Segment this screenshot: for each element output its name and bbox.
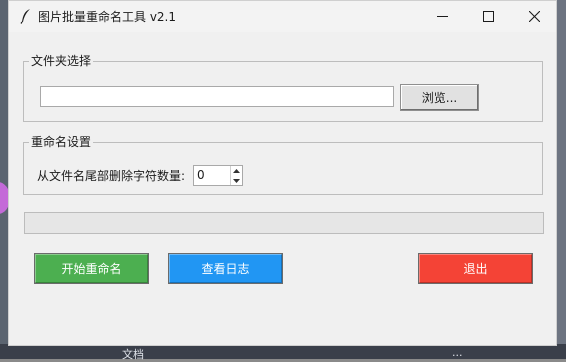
desktop-label-fragment: 文档 — [122, 348, 144, 361]
minimize-icon — [436, 16, 448, 17]
progress-bar — [24, 212, 544, 234]
rename-settings-group: 重命名设置 从文件名尾部删除字符数量: 0 — [23, 134, 543, 195]
window-title: 图片批量重命名工具 v2.1 — [38, 10, 177, 24]
rename-group-label: 重命名设置 — [29, 134, 94, 150]
feather-icon — [20, 9, 30, 24]
spin-down-icon[interactable] — [232, 176, 241, 185]
maximize-button[interactable] — [465, 1, 511, 32]
app-window: 图片批量重命名工具 v2.1 文件夹选择 浏览... 重命名设置 从文件名尾部删… — [8, 0, 557, 346]
maximize-icon — [482, 11, 494, 22]
trim-count-label: 从文件名尾部删除字符数量: — [37, 169, 186, 183]
folder-path-input[interactable] — [40, 86, 394, 107]
close-icon — [528, 11, 540, 22]
view-log-button[interactable]: 查看日志 — [168, 253, 283, 284]
spin-up-icon[interactable] — [232, 166, 241, 175]
trim-count-value[interactable]: 0 — [197, 168, 205, 182]
desktop-label-fragment: ... — [452, 346, 463, 359]
start-rename-button[interactable]: 开始重命名 — [34, 253, 149, 284]
folder-select-group: 文件夹选择 浏览... — [23, 53, 543, 122]
browse-button[interactable]: 浏览... — [400, 84, 479, 111]
trim-count-spinbox[interactable]: 0 — [193, 165, 243, 186]
desktop-background-bottom: 文档 ... — [0, 344, 566, 361]
folder-group-label: 文件夹选择 — [29, 53, 94, 69]
exit-button[interactable]: 退出 — [418, 253, 533, 284]
close-button[interactable] — [511, 1, 557, 32]
minimize-button[interactable] — [419, 1, 465, 32]
spin-arrows — [230, 166, 242, 185]
desktop-background-right — [556, 0, 566, 359]
title-bar[interactable]: 图片批量重命名工具 v2.1 — [9, 1, 556, 32]
